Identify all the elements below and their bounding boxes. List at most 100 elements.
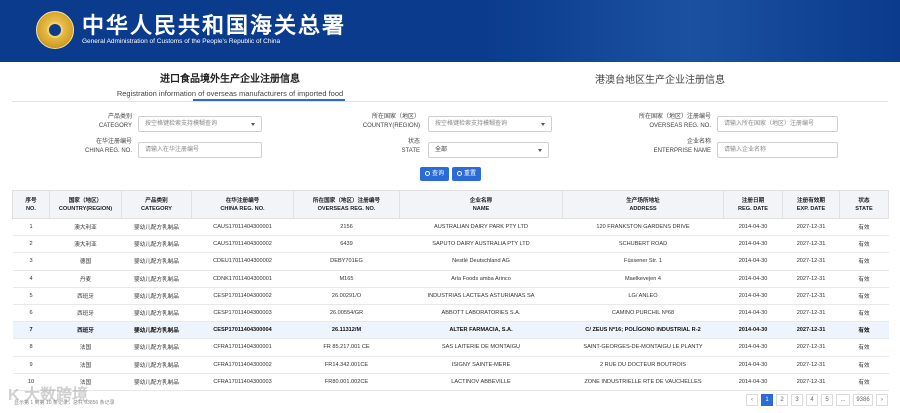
tab-divider <box>12 101 888 102</box>
table-cell: CFRA17011404300002 <box>191 356 294 374</box>
next-page-button[interactable]: › <box>876 394 888 406</box>
table-cell: ISIGNY SAINTE-MERE <box>399 356 563 374</box>
tab-overseas-cn-label: 进口食品境外生产企业注册信息 <box>160 74 300 85</box>
table-cell: 澳大利亚 <box>49 218 122 237</box>
table-cell: 2027-12-31 <box>782 338 840 357</box>
table-cell: 婴幼儿配方乳制品 <box>121 287 192 305</box>
table-cell: 有效 <box>839 287 889 305</box>
table-cell: Maelkevejen 4 <box>562 270 724 288</box>
table-row[interactable]: 2 澳大利亚 婴幼儿配方乳制品 CAUS17011404300002 6439 SAPUT… <box>12 235 889 254</box>
table-cell: 有效 <box>839 235 889 254</box>
table-header-row: 序号 NO. 国家（地区） COUNTRY(REGION) 产品类别 CATEGORY 在华… <box>12 190 889 219</box>
table-cell: Füssener Str. 1 <box>562 252 724 271</box>
table-cell: 2014-04-30 <box>723 287 783 305</box>
table-row[interactable]: 10 法国 婴幼儿配方乳制品 CFRA17011404300003 FR80.001.0… <box>12 373 889 391</box>
table-cell: 2014-04-30 <box>723 321 783 340</box>
table-cell: CDEU17011404300002 <box>191 252 294 271</box>
table-cell: C/ ZEUS Nº16; POLÍGONO INDUSTRIAL R-2 <box>562 321 724 340</box>
table-cell: 2014-04-30 <box>723 270 783 288</box>
state-select[interactable]: 全部 <box>428 142 549 158</box>
table-cell: 德国 <box>49 252 122 271</box>
table-cell: 5 <box>12 287 50 305</box>
chevron-down-icon <box>538 149 542 152</box>
table-cell: CAMINO PURCHIL Nº68 <box>562 304 724 323</box>
table-cell: 有效 <box>839 338 889 357</box>
table-cell: 法国 <box>49 338 122 357</box>
table-cell: 有效 <box>839 218 889 237</box>
chevron-down-icon <box>541 123 545 126</box>
table-row[interactable]: 3 德国 婴幼儿配方乳制品 CDEU17011404300002 DEBY701EG Ne… <box>12 252 889 271</box>
last-page-button[interactable]: 9386 <box>853 394 873 406</box>
table-cell: SAINT-GEORGES-DE-MONTAIGU LE PLANTY <box>562 338 724 357</box>
table-cell: 澳大利亚 <box>49 235 122 254</box>
table-cell: 西班牙 <box>49 321 122 340</box>
enterprise-input[interactable]: 请输入企业名称 <box>717 142 838 158</box>
site-title: 中华人民共和国海关总署 <box>82 13 347 39</box>
table-cell: 2027-12-31 <box>782 321 840 340</box>
country-select[interactable]: 按空格键检索支持模糊查询 <box>428 116 552 132</box>
table-row[interactable]: 6 西班牙 婴幼儿配方乳制品 CESP17011404300003 26.00554/G… <box>12 304 889 323</box>
prev-page-button[interactable]: ‹ <box>746 394 758 406</box>
table-cell: 2027-12-31 <box>782 218 840 237</box>
table-row[interactable]: 4 丹麦 婴幼儿配方乳制品 CDNK17011404300001 M165 Arla Fo… <box>12 270 889 288</box>
table-cell: FR80.001.002CE <box>293 373 400 391</box>
table-cell: 9 <box>12 356 50 374</box>
table-row[interactable]: 5 西班牙 婴幼儿配方乳制品 CESP17011404300002 26.00291/O… <box>12 287 889 305</box>
china-reg-input[interactable]: 请输入在华注册编号 <box>138 142 262 158</box>
country-label: 所在国家（地区） COUNTRY(REGION) <box>362 114 420 129</box>
table-cell: Nestlé Deutschland AG <box>399 252 563 271</box>
page-button-5[interactable]: 5 <box>821 394 833 406</box>
overseas-reg-input[interactable]: 请输入所在国家（地区）注册编号 <box>717 116 838 132</box>
page-button-1[interactable]: 1 <box>761 394 773 406</box>
table-cell: 有效 <box>839 373 889 391</box>
table-row[interactable]: 7 西班牙 婴幼儿配方乳制品 CESP17011404300004 26.11312/M… <box>12 321 889 340</box>
column-header: 序号 NO. <box>12 190 50 219</box>
column-header: 注册有效期 EXP. DATE <box>782 190 840 219</box>
table-cell: ABBOTT LABORATORIES S.A. <box>399 304 563 323</box>
page-button-3[interactable]: 3 <box>791 394 803 406</box>
site-subtitle: General Administration of Customs of the… <box>82 38 281 45</box>
table-cell: 婴幼儿配方乳制品 <box>121 235 192 254</box>
table-cell: 26.00554/GR <box>293 304 400 323</box>
page-button-4[interactable]: 4 <box>806 394 818 406</box>
page-ellipsis: ... <box>836 394 850 406</box>
column-header: 生产场所地址 ADDRESS <box>562 190 724 219</box>
table-cell: SAPUTO DAIRY AUSTRALIA PTY LTD <box>399 235 563 254</box>
table-cell: 西班牙 <box>49 287 122 305</box>
column-header: 企业名称 NAME <box>399 190 563 219</box>
reset-button[interactable]: 重置 <box>452 167 481 181</box>
table-cell: CFRA17011404300003 <box>191 373 294 391</box>
table-cell: 2027-12-31 <box>782 373 840 391</box>
table-cell: FR14.342.001CE <box>293 356 400 374</box>
header-shine <box>480 0 900 62</box>
table-cell: 西班牙 <box>49 304 122 323</box>
record-count-note: 显示第 1 到第 10 条记录，总共 93856 条记录 <box>14 400 115 406</box>
tab-overseas-manufacturers[interactable]: 进口食品境外生产企业注册信息 Registration information … <box>100 70 360 98</box>
table-row[interactable]: 9 法国 婴幼儿配方乳制品 CFRA17011404300002 FR14.342.00… <box>12 356 889 374</box>
page-button-2[interactable]: 2 <box>776 394 788 406</box>
table-cell: 2014-04-30 <box>723 356 783 374</box>
table-cell: ZONE INDUSTRIELLE RTE DE VAUCHELLES <box>562 373 724 391</box>
table-cell: 2014-04-30 <box>723 235 783 254</box>
tab-hk-macao-taiwan[interactable]: 港澳台地区生产企业注册信息 <box>595 71 725 86</box>
table-row[interactable]: 8 法国 婴幼儿配方乳制品 CFRA17011404300001 FR 85.217.0… <box>12 338 889 357</box>
tab-overseas-en-label: Registration information of overseas man… <box>116 89 344 98</box>
table-cell: 2027-12-31 <box>782 356 840 374</box>
table-cell: INDUSTRIAS LACTEAS ASTURIANAS SA <box>399 287 563 305</box>
search-icon <box>424 171 430 176</box>
table-cell: AUSTRALIAN DAIRY PARK PTY LTD <box>399 218 563 237</box>
column-header: 产品类别 CATEGORY <box>121 190 192 219</box>
category-select[interactable]: 按空格键检索支持模糊查询 <box>138 116 262 132</box>
table-row[interactable]: 1 澳大利亚 婴幼儿配方乳制品 CAUS17011404300001 2156 AUSTR… <box>12 218 889 237</box>
table-cell: 有效 <box>839 321 889 340</box>
table-cell: 120 FRANKSTON GARDENS DRIVE <box>562 218 724 237</box>
table-cell: CESP17011404300003 <box>191 304 294 323</box>
column-header: 状态 STATE <box>839 190 889 219</box>
search-button[interactable]: 查询 <box>420 167 449 181</box>
table-cell: SCHUBERT ROAD <box>562 235 724 254</box>
table-cell: 有效 <box>839 304 889 323</box>
table-cell: SAS LAITERIE DE MONTAIGU <box>399 338 563 357</box>
table-cell: 2014-04-30 <box>723 218 783 237</box>
table-cell: 有效 <box>839 270 889 288</box>
table-cell: 2027-12-31 <box>782 304 840 323</box>
